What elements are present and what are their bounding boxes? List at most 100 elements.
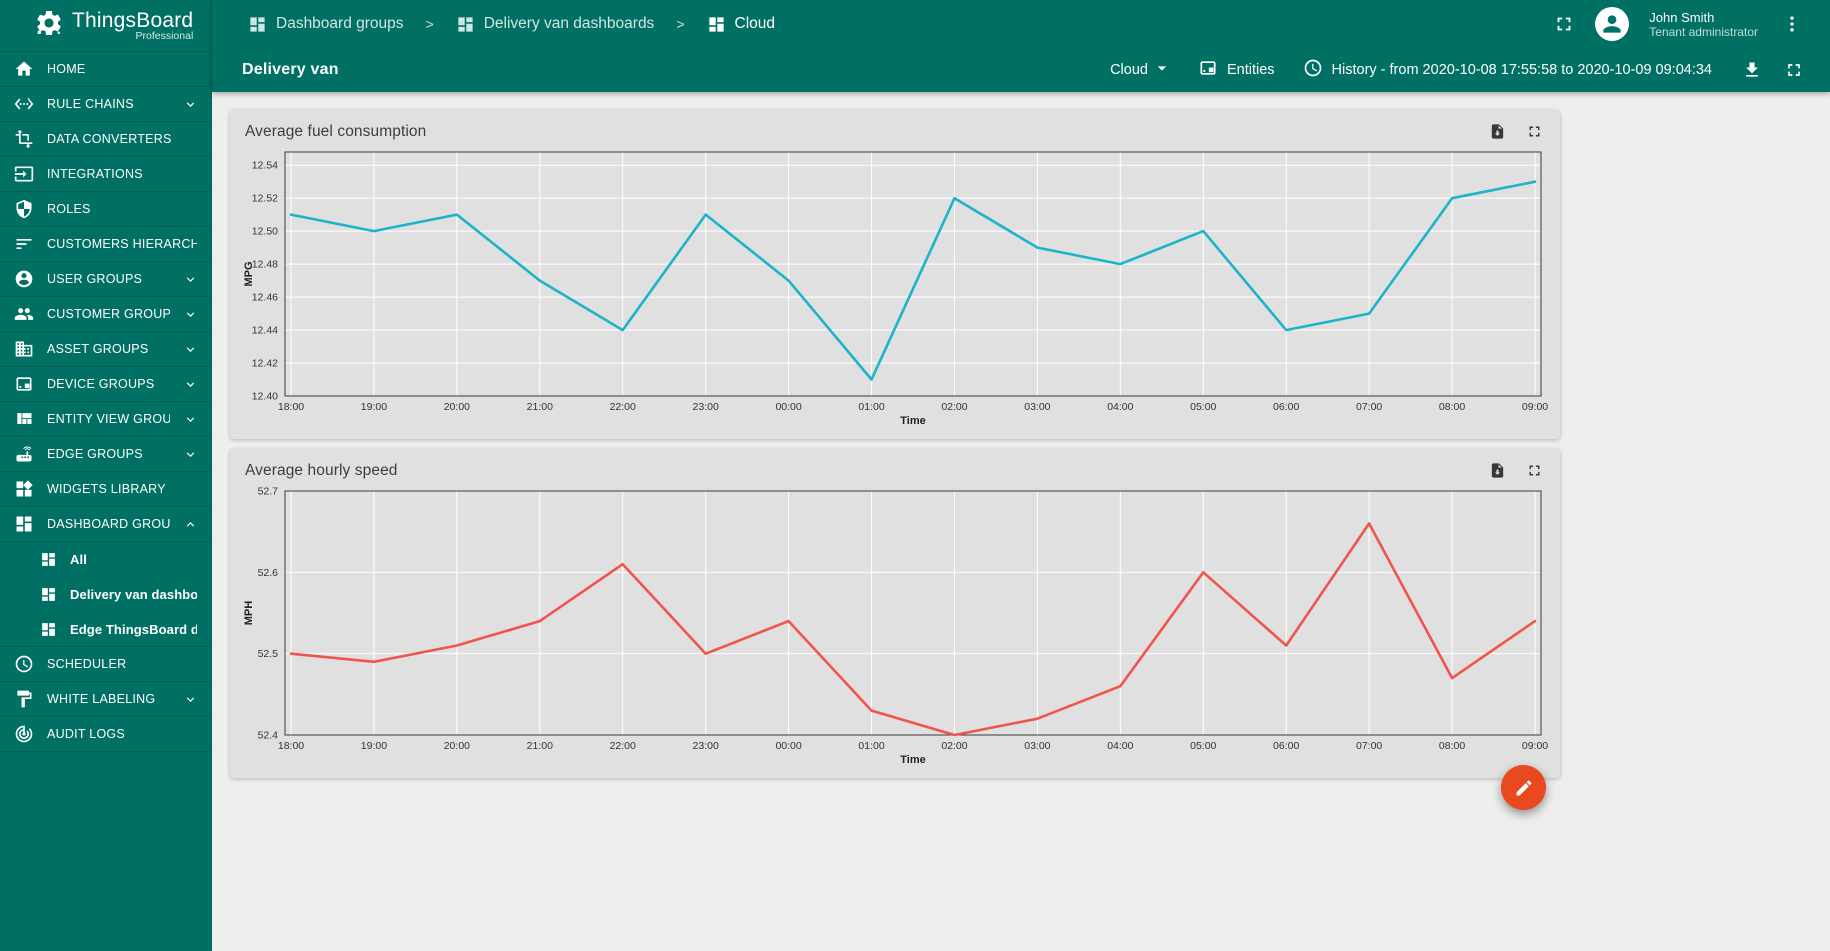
sidebar-item-integrations[interactable]: INTEGRATIONS xyxy=(0,157,211,192)
widget-title: Average fuel consumption xyxy=(245,122,427,140)
dashboard-content: Average fuel consumption 12.40 12.42 12.44… xyxy=(212,92,1830,951)
y-axis-title: MPG xyxy=(243,261,255,286)
sidebar-item-label: ROLES xyxy=(47,202,91,216)
caret-down-icon xyxy=(1157,65,1167,70)
chevron-down-icon xyxy=(186,347,195,352)
widget-fullscreen-icon[interactable] xyxy=(1524,460,1545,481)
export-widget-data-icon[interactable] xyxy=(1487,121,1508,142)
sidebar-item-widgets-library[interactable]: WIDGETS LIBRARY xyxy=(0,472,211,507)
y-tick-label: 12.52 xyxy=(252,193,278,205)
chevron-down-icon xyxy=(186,312,195,317)
track-changes-icon xyxy=(15,725,33,743)
chevron-down-icon xyxy=(1152,58,1172,83)
file-export-icon xyxy=(1491,463,1504,478)
widget-fullscreen-icon[interactable] xyxy=(1524,121,1545,142)
average-hourly-speed-svg: 52.4 52.5 52.6 52.7 18:00 19:00 20:00 21:00 22:0… xyxy=(243,486,1548,767)
user-menu[interactable]: John Smith Tenant administrator xyxy=(1649,10,1758,39)
x-tick-label: 02:00 xyxy=(941,401,967,413)
x-axis-title: Time xyxy=(900,754,925,766)
sidebar-item-edge-groups[interactable]: EDGE GROUPS xyxy=(0,437,211,472)
x-tick-label: 08:00 xyxy=(1439,401,1465,413)
sidebar-item-entity-view-groups[interactable]: ENTITY VIEW GROUPS xyxy=(0,402,211,437)
devices-icon xyxy=(16,377,32,391)
avatar[interactable] xyxy=(1595,7,1630,41)
pencil-icon xyxy=(1516,779,1532,795)
sidebar-item-customers-hierarchy[interactable]: CUSTOMERS HIERARCHY xyxy=(0,227,211,262)
export-dashboard-button[interactable] xyxy=(1738,56,1766,84)
x-tick-label: 19:00 xyxy=(361,401,387,413)
sidebar-item-device-groups[interactable]: DEVICE GROUPS xyxy=(0,367,211,402)
more-vert-icon xyxy=(1790,16,1794,32)
paint-roller-icon xyxy=(17,690,32,708)
sidebar-item-dashboard-groups[interactable]: DASHBOARD GROUPS xyxy=(0,507,211,542)
chevron-down-icon xyxy=(186,382,195,387)
dashboard-state-select[interactable]: Cloud xyxy=(1110,58,1172,83)
sidebar-item-customer-groups[interactable]: CUSTOMER GROUPS xyxy=(0,297,211,332)
sidebar-item-scheduler[interactable]: SCHEDULER xyxy=(0,647,211,682)
fullscreen-button[interactable] xyxy=(1549,9,1579,39)
y-axis-title: MPH xyxy=(243,601,255,626)
dashboard-icon xyxy=(458,16,473,32)
sidebar-subitem-edge-thingsboard-dash[interactable]: Edge ThingsBoard dash... xyxy=(0,612,211,647)
edit-dashboard-fab[interactable] xyxy=(1501,765,1546,810)
y-tick-label: 52.6 xyxy=(258,567,279,579)
download-icon xyxy=(1746,62,1758,77)
sidebar-item-label: DEVICE GROUPS xyxy=(47,377,155,391)
x-tick-label: 06:00 xyxy=(1273,401,1299,413)
x-tick-label: 04:00 xyxy=(1107,740,1133,752)
breadcrumb-item-dashboard-groups[interactable]: Dashboard groups xyxy=(248,15,404,34)
y-tick-label: 12.40 xyxy=(252,391,278,403)
rule-chain-icon xyxy=(14,97,34,110)
sidebar-item-white-labeling[interactable]: WHITE LABELING xyxy=(0,682,211,717)
export-widget-data-icon[interactable] xyxy=(1487,460,1508,481)
fullscreen-icon xyxy=(1788,64,1800,76)
timewindow-button[interactable]: History - from 2020-10-08 17:55:58 to 20… xyxy=(1303,58,1712,83)
sidebar-item-rule-chains[interactable]: RULE CHAINS xyxy=(0,87,211,122)
input-icon xyxy=(14,166,34,182)
person-icon xyxy=(1603,15,1621,33)
x-tick-label: 05:00 xyxy=(1190,740,1216,752)
chevron-down-icon xyxy=(186,452,195,457)
sidebar-item-home[interactable]: HOME xyxy=(0,52,211,87)
x-tick-label: 05:00 xyxy=(1190,401,1216,413)
average-fuel-consumption-svg: 12.40 12.42 12.44 12.46 12.48 12.50 12.52 12.54… xyxy=(243,151,1548,427)
hourly-speed-chart: 52.4 52.5 52.6 52.7 18:00 19:00 20:00 21:00 22:0… xyxy=(239,485,1551,774)
sidebar-item-label: SCHEDULER xyxy=(47,657,127,671)
sidebar-item-label: HOME xyxy=(47,62,86,76)
x-tick-label: 22:00 xyxy=(610,740,636,752)
more-vert-menu-button[interactable] xyxy=(1778,10,1806,38)
breadcrumb-separator: > xyxy=(425,16,434,32)
x-tick-label: 07:00 xyxy=(1356,401,1382,413)
app-logo[interactable]: ThingsBoard Professional xyxy=(0,0,211,52)
sidebar-item-audit-logs[interactable]: AUDIT LOGS xyxy=(0,717,211,752)
x-tick-label: 09:00 xyxy=(1522,740,1548,752)
breadcrumb-item-delivery-van-dashboards[interactable]: Delivery van dashboards xyxy=(456,15,654,34)
dashboard-fullscreen-button[interactable] xyxy=(1780,56,1808,84)
x-tick-label: 06:00 xyxy=(1273,740,1299,752)
breadcrumb-item-cloud[interactable]: Cloud xyxy=(707,15,775,34)
chevron-up-icon xyxy=(186,522,195,527)
sidebar-subitem-delivery-van-dashboards[interactable]: Delivery van dashboards xyxy=(0,577,211,612)
entities-button[interactable]: Entities xyxy=(1198,58,1275,83)
clock-icon xyxy=(1304,59,1321,76)
chevron-down-icon xyxy=(186,277,195,282)
sidebar-item-data-converters[interactable]: DATA CONVERTERS xyxy=(0,122,211,157)
entities-label: Entities xyxy=(1226,62,1275,78)
sidebar-item-label: AUDIT LOGS xyxy=(47,727,125,741)
y-tick-label: 12.48 xyxy=(252,259,278,271)
breadcrumb-bar: Dashboard groups > Delivery van dashboards… xyxy=(212,0,1830,48)
sidebar-item-label: ENTITY VIEW GROUPS xyxy=(47,412,170,426)
y-tick-label: 12.44 xyxy=(252,325,278,337)
sidebar-item-user-groups[interactable]: USER GROUPS xyxy=(0,262,211,297)
sidebar-item-roles[interactable]: ROLES xyxy=(0,192,211,227)
x-tick-label: 01:00 xyxy=(858,740,884,752)
x-tick-label: 23:00 xyxy=(693,740,719,752)
fuel-consumption-widget: Average fuel consumption 12.40 12.42 12.44… xyxy=(230,110,1560,439)
chevron-down-icon xyxy=(186,697,195,702)
sidebar-item-label: EDGE GROUPS xyxy=(47,447,143,461)
chevron-down-icon xyxy=(186,417,195,422)
sidebar-subitem-all[interactable]: All xyxy=(0,542,211,577)
sidebar-item-asset-groups[interactable]: ASSET GROUPS xyxy=(0,332,211,367)
hourly-speed-widget: Average hourly speed 52.4 52.5 52.6 52.7 18:… xyxy=(230,449,1560,778)
dashboard-toolbar: Delivery van Cloud Entities History - fr… xyxy=(212,48,1830,92)
